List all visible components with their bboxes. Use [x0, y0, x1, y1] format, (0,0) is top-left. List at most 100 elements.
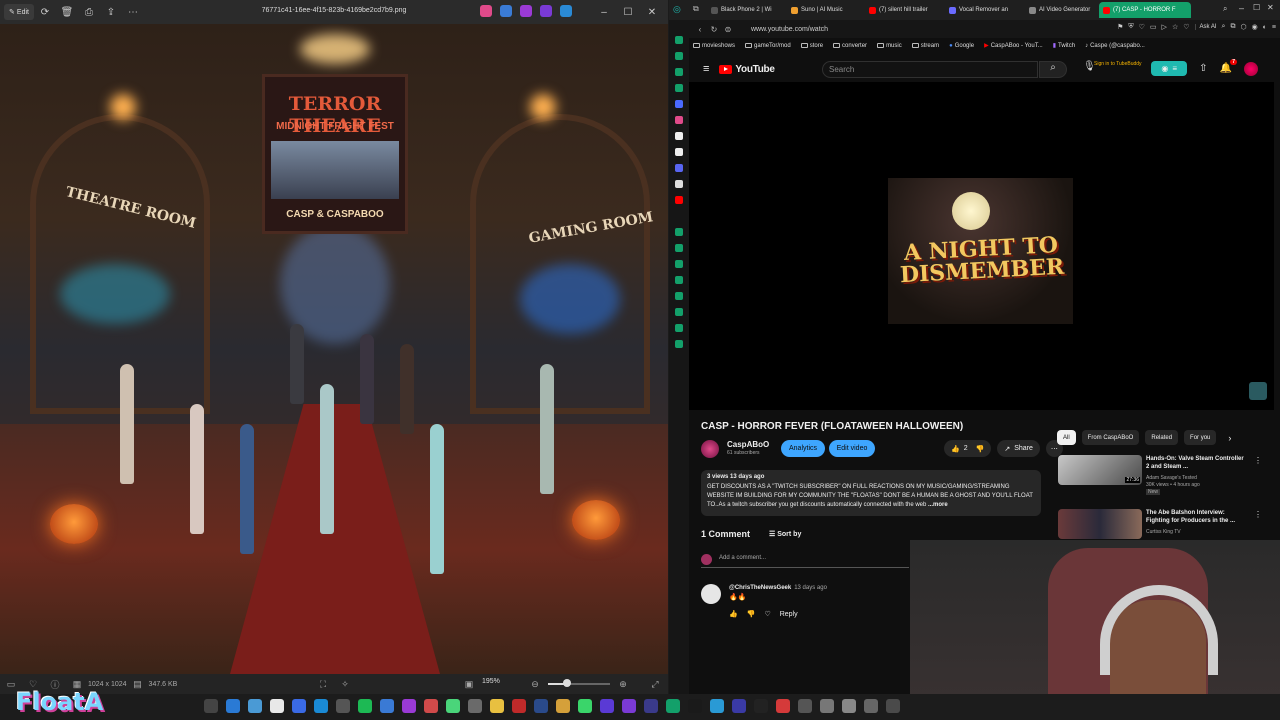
- taskbar-app-icon[interactable]: [336, 699, 350, 713]
- taskbar-app-icon[interactable]: [710, 699, 724, 713]
- bookmark-item[interactable]: store: [800, 43, 823, 49]
- instagram-icon[interactable]: [675, 116, 683, 124]
- like-icon[interactable]: 👍: [951, 445, 960, 453]
- sidebar-app-icon[interactable]: [675, 84, 683, 92]
- bookmark-item[interactable]: gameTor/mod: [745, 43, 791, 49]
- shield-icon[interactable]: ⛨: [1128, 23, 1133, 31]
- heart-icon[interactable]: ♡: [764, 610, 770, 618]
- taskbar-app-icon[interactable]: [622, 699, 636, 713]
- search-icon[interactable]: ⌕: [1222, 23, 1226, 31]
- taskbar-app-icon[interactable]: [644, 699, 658, 713]
- sidebar-app-icon[interactable]: [675, 260, 683, 268]
- youtube-icon[interactable]: [675, 196, 683, 204]
- crop-icon[interactable]: ⛶: [312, 679, 334, 690]
- settings-icon[interactable]: [675, 340, 683, 348]
- chip-all[interactable]: All: [1057, 430, 1076, 445]
- minimize-icon[interactable]: –: [592, 3, 616, 21]
- channel-avatar[interactable]: [701, 440, 719, 458]
- chip-for-you[interactable]: For you: [1184, 430, 1217, 445]
- app-icon[interactable]: [480, 5, 492, 17]
- taskbar-app-icon[interactable]: [204, 699, 218, 713]
- recommended-video[interactable]: The Abe Batshon Interview: Fighting for …: [1058, 509, 1268, 539]
- sidebar-app-icon[interactable]: [675, 68, 683, 76]
- sidebar-app-icon[interactable]: [675, 308, 683, 316]
- sidebar-app-icon[interactable]: [675, 324, 683, 332]
- minimize-icon[interactable]: –: [1239, 3, 1244, 13]
- upload-icon[interactable]: ⇧: [1199, 63, 1207, 74]
- more-link[interactable]: ...more: [928, 502, 948, 508]
- taskbar-app-icon[interactable]: [512, 699, 526, 713]
- chevron-right-icon[interactable]: ›: [1222, 430, 1237, 445]
- close-icon[interactable]: ✕: [640, 3, 664, 21]
- taskbar-app-icon[interactable]: [798, 699, 812, 713]
- fit-icon[interactable]: ▣: [458, 679, 480, 690]
- analytics-button[interactable]: Analytics: [781, 440, 825, 457]
- edit-video-button[interactable]: Edit video: [829, 440, 875, 457]
- sidebar-app-icon[interactable]: [675, 52, 683, 60]
- ai-icon[interactable]: ✧: [334, 679, 356, 690]
- tiktok-icon[interactable]: [675, 132, 683, 140]
- tab-3[interactable]: Vocal Remover an: [945, 2, 1025, 18]
- maximize-icon[interactable]: ☐: [616, 3, 640, 21]
- bookmark-item[interactable]: ▮ Twitch: [1053, 42, 1075, 50]
- video-thumbnail[interactable]: [1058, 509, 1142, 539]
- taskbar-app-icon[interactable]: [776, 699, 790, 713]
- taskbar-app-icon[interactable]: [864, 699, 878, 713]
- star-icon[interactable]: ☆: [1172, 23, 1178, 31]
- like-icon[interactable]: 👍: [729, 610, 738, 618]
- bookmark-item[interactable]: converter: [833, 43, 867, 49]
- delete-icon[interactable]: 🗑: [56, 3, 78, 21]
- x-icon[interactable]: [675, 148, 683, 156]
- youtube-logo[interactable]: YouTube: [719, 64, 775, 75]
- commenter-avatar[interactable]: [701, 584, 721, 604]
- play-icon[interactable]: ▷: [1162, 23, 1167, 31]
- close-icon[interactable]: ✕: [1267, 3, 1274, 12]
- taskbar-app-icon[interactable]: [314, 699, 328, 713]
- sidebar-app-icon[interactable]: [675, 36, 683, 44]
- zoom-in-icon[interactable]: ⊕: [612, 679, 634, 690]
- search-button[interactable]: ⌕: [1039, 61, 1067, 78]
- taskbar-app-icon[interactable]: [578, 699, 592, 713]
- taskbar-app-icon[interactable]: [248, 699, 262, 713]
- rotate-icon[interactable]: ⟳: [34, 3, 56, 21]
- sidebar-app-icon[interactable]: [675, 244, 683, 252]
- app-icon[interactable]: [520, 5, 532, 17]
- more-icon[interactable]: ⋮: [1254, 456, 1262, 465]
- dislike-icon[interactable]: 👎: [976, 445, 985, 453]
- sidebar-app-icon[interactable]: [675, 228, 683, 236]
- sidebar-app-icon[interactable]: [675, 180, 683, 188]
- sidebar-app-icon[interactable]: [675, 100, 683, 108]
- tab-1[interactable]: Suno | AI Music: [787, 2, 865, 18]
- extensions-icon[interactable]: ⬡: [1240, 23, 1246, 31]
- spotify-icon[interactable]: [358, 699, 372, 713]
- taskbar-app-icon[interactable]: [292, 699, 306, 713]
- fullscreen-icon[interactable]: ⤢: [644, 679, 666, 690]
- zoom-slider-handle[interactable]: [562, 679, 571, 687]
- taskbar-app-icon[interactable]: [688, 699, 702, 713]
- taskbar-app-icon[interactable]: [226, 699, 240, 713]
- avatar[interactable]: [1244, 61, 1258, 76]
- more-icon[interactable]: ⋯: [122, 3, 144, 21]
- discord-icon[interactable]: [675, 164, 683, 172]
- folder-icon[interactable]: [490, 699, 504, 713]
- taskbar-app-icon[interactable]: [886, 699, 900, 713]
- url-field[interactable]: www.youtube.com/watch: [751, 26, 828, 33]
- print-icon[interactable]: ⎙: [78, 3, 100, 21]
- tab-0[interactable]: Black Phone 2 | Wi: [707, 2, 785, 18]
- taskbar-app-icon[interactable]: [270, 699, 284, 713]
- taskbar-app-icon[interactable]: [424, 699, 438, 713]
- taskbar-app-icon[interactable]: [600, 699, 614, 713]
- reload-icon[interactable]: ↻: [707, 25, 721, 34]
- app-icon[interactable]: [540, 5, 552, 17]
- more-icon[interactable]: ⋮: [1254, 510, 1262, 519]
- channel-name[interactable]: CaspABoO: [727, 440, 769, 449]
- reply-button[interactable]: Reply: [780, 611, 798, 618]
- sidebar-app-icon[interactable]: [675, 276, 683, 284]
- comment-author[interactable]: @ChrisTheNewsGeek: [729, 585, 791, 591]
- channel-watermark-icon[interactable]: [1249, 382, 1267, 400]
- hamburger-menu-icon[interactable]: ≡: [703, 63, 709, 75]
- bookmark-icon[interactable]: ⚑: [1117, 23, 1123, 31]
- taskbar-app-icon[interactable]: [380, 699, 394, 713]
- dislike-icon[interactable]: 👎: [747, 610, 756, 618]
- site-info-icon[interactable]: ⊜: [721, 25, 735, 34]
